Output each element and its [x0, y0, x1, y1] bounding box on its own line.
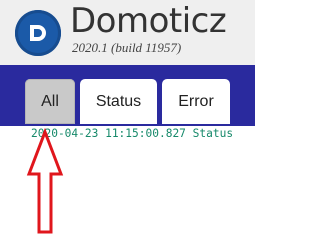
app-version: 2020.1 (build 11957) [72, 40, 182, 55]
header: Domoticz 2020.1 (build 11957) [0, 0, 313, 65]
tab-all-label: All [41, 92, 59, 110]
red-arrow-icon [26, 128, 64, 234]
app-name: Domoticz [70, 1, 227, 41]
tab-all[interactable]: All [25, 79, 75, 124]
tab-error[interactable]: Error [162, 79, 230, 124]
logo-d-glyph [30, 25, 46, 41]
tab-status[interactable]: Status [80, 79, 157, 124]
domoticz-logo-icon[interactable] [15, 10, 61, 56]
tab-status-label: Status [95, 92, 142, 110]
tab-error-label: Error [178, 92, 214, 110]
